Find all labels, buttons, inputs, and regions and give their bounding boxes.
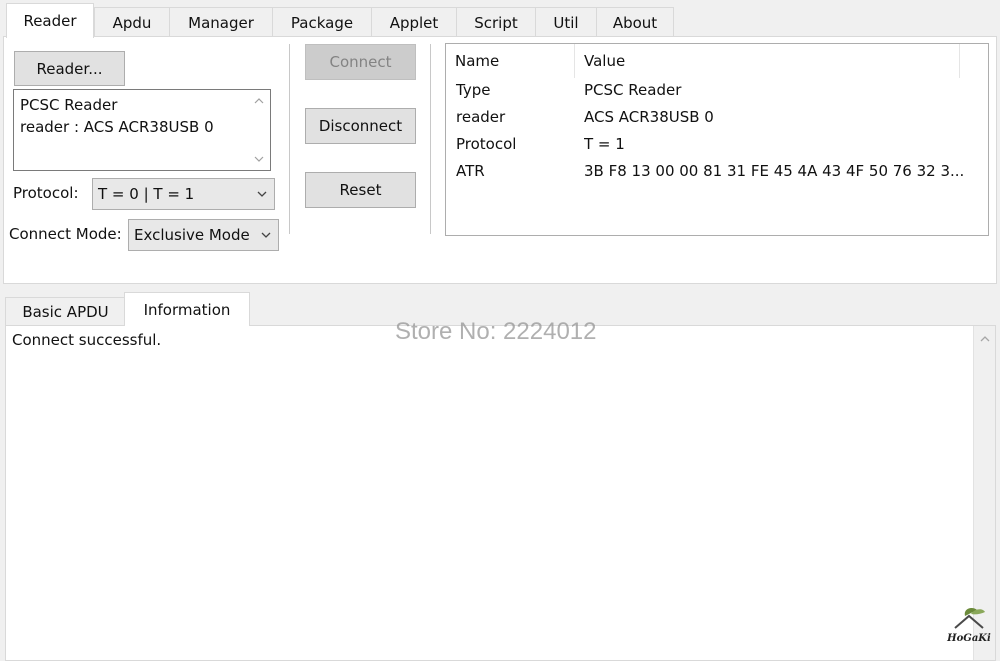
connect-mode-value: Exclusive Mode bbox=[134, 226, 250, 244]
tab-reader[interactable]: Reader bbox=[6, 3, 94, 38]
chevron-up-icon[interactable] bbox=[254, 96, 264, 106]
store-watermark: Store No: 2224012 bbox=[395, 318, 597, 345]
tab-label: Script bbox=[474, 13, 518, 32]
divider bbox=[289, 44, 290, 234]
tab-util[interactable]: Util bbox=[535, 7, 597, 37]
brand-logo: HoGaKi bbox=[941, 606, 997, 650]
tab-label: Package bbox=[290, 13, 354, 32]
tab-label: Manager bbox=[188, 13, 254, 32]
tab-label: About bbox=[612, 13, 658, 32]
connect-mode-select[interactable]: Exclusive Mode bbox=[128, 219, 279, 251]
reader-info-box[interactable]: PCSC Reader reader : ACS ACR38USB 0 bbox=[13, 89, 271, 171]
reader-line-device: reader : ACS ACR38USB 0 bbox=[20, 118, 214, 136]
column-header-name[interactable]: Name bbox=[446, 44, 575, 78]
button-label: Reader... bbox=[36, 59, 103, 78]
protocol-value: T = 0 | T = 1 bbox=[98, 185, 195, 203]
property-value: PCSC Reader bbox=[584, 81, 682, 99]
property-value: ACS ACR38USB 0 bbox=[584, 108, 714, 126]
button-label: Disconnect bbox=[318, 117, 403, 135]
chevron-down-icon bbox=[261, 232, 271, 238]
disconnect-button[interactable]: Disconnect bbox=[305, 108, 416, 144]
list-row[interactable]: Type PCSC Reader bbox=[446, 78, 988, 105]
tab-applet[interactable]: Applet bbox=[371, 7, 457, 37]
column-header-value[interactable]: Value bbox=[575, 44, 960, 78]
property-name: reader bbox=[456, 108, 506, 126]
header-label: Value bbox=[584, 52, 626, 70]
tab-apdu[interactable]: Apdu bbox=[94, 7, 170, 37]
tab-package[interactable]: Package bbox=[272, 7, 372, 37]
button-label: Reset bbox=[339, 181, 382, 199]
connect-button[interactable]: Connect bbox=[305, 44, 416, 80]
tab-label: Util bbox=[553, 13, 579, 32]
tab-script[interactable]: Script bbox=[456, 7, 536, 37]
tab-label: Basic APDU bbox=[22, 303, 109, 321]
property-value: T = 1 bbox=[584, 135, 625, 153]
log-text: Connect successful. bbox=[12, 331, 162, 349]
button-label: Connect bbox=[329, 53, 392, 71]
divider bbox=[430, 44, 431, 234]
protocol-label: Protocol: bbox=[13, 184, 79, 202]
top-tab-strip: Reader Apdu Manager Package Applet Scrip… bbox=[0, 0, 1000, 38]
tab-about[interactable]: About bbox=[596, 7, 674, 37]
protocol-select[interactable]: T = 0 | T = 1 bbox=[92, 178, 275, 210]
information-log[interactable]: Connect successful. bbox=[5, 325, 996, 661]
connect-mode-label: Connect Mode: bbox=[9, 225, 122, 243]
reader-box-scrollbar[interactable] bbox=[252, 94, 266, 166]
property-name: Type bbox=[456, 81, 491, 99]
list-row[interactable]: ATR 3B F8 13 00 00 81 31 FE 45 4A 43 4F … bbox=[446, 159, 988, 186]
chevron-up-icon[interactable] bbox=[979, 334, 991, 344]
logo-text: HoGaKi bbox=[947, 633, 991, 644]
tab-basic-apdu[interactable]: Basic APDU bbox=[5, 297, 126, 326]
tab-label: Applet bbox=[389, 13, 439, 32]
chevron-down-icon[interactable] bbox=[254, 154, 264, 164]
reader-properties-list[interactable]: Name Value Type PCSC Reader reader ACS A… bbox=[445, 43, 989, 236]
header-label: Name bbox=[455, 52, 500, 70]
tab-label: Reader bbox=[23, 12, 77, 30]
list-row[interactable]: reader ACS ACR38USB 0 bbox=[446, 105, 988, 132]
tab-label: Apdu bbox=[112, 13, 152, 32]
tab-manager[interactable]: Manager bbox=[169, 7, 273, 37]
property-value: 3B F8 13 00 00 81 31 FE 45 4A 43 4F 50 7… bbox=[584, 162, 964, 180]
property-name: Protocol bbox=[456, 135, 517, 153]
list-header: Name Value bbox=[446, 44, 988, 78]
reader-select-button[interactable]: Reader... bbox=[14, 51, 125, 86]
app-window: Reader Apdu Manager Package Applet Scrip… bbox=[0, 0, 1000, 661]
property-name: ATR bbox=[456, 162, 485, 180]
reset-button[interactable]: Reset bbox=[305, 172, 416, 208]
tab-label: Information bbox=[143, 300, 231, 319]
reader-line-name: PCSC Reader bbox=[20, 96, 118, 114]
chevron-down-icon bbox=[257, 191, 267, 197]
tab-information[interactable]: Information bbox=[124, 292, 250, 326]
leaf-house-icon bbox=[954, 608, 985, 629]
list-row[interactable]: Protocol T = 1 bbox=[446, 132, 988, 159]
